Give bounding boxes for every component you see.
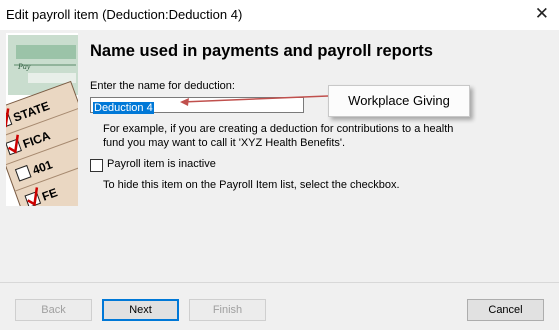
deduction-name-value: Deduction 4 — [93, 102, 154, 114]
wizard-footer: Back Next Finish Cancel — [0, 282, 559, 330]
payroll-illustration: Pay STATE FICA 401 FE — [6, 33, 78, 206]
close-icon[interactable]: ✕ — [535, 4, 549, 24]
example-hint: For example, if you are creating a deduc… — [103, 123, 454, 149]
title-bar: Edit payroll item (Deduction:Deduction 4… — [0, 0, 559, 30]
annotation-callout: Workplace Giving — [328, 85, 470, 117]
next-button[interactable]: Next — [102, 299, 179, 321]
section-heading: Name used in payments and payroll report… — [90, 42, 433, 60]
payroll-illustration-svg: Pay STATE FICA 401 FE — [6, 33, 78, 206]
back-button[interactable]: Back — [15, 299, 92, 321]
wizard-body: Pay STATE FICA 401 FE Name used in payme… — [0, 30, 559, 282]
inactive-checkbox-label[interactable]: Payroll item is inactive — [107, 158, 216, 170]
name-prompt-label: Enter the name for deduction: — [90, 80, 235, 92]
finish-button[interactable]: Finish — [189, 299, 266, 321]
inactive-checkbox[interactable] — [90, 159, 103, 172]
callout-arrow — [180, 95, 329, 106]
window-title: Edit payroll item (Deduction:Deduction 4… — [6, 7, 243, 22]
cancel-button[interactable]: Cancel — [467, 299, 544, 321]
check-pay-text: Pay — [17, 62, 31, 71]
hide-item-hint: To hide this item on the Payroll Item li… — [103, 179, 400, 191]
